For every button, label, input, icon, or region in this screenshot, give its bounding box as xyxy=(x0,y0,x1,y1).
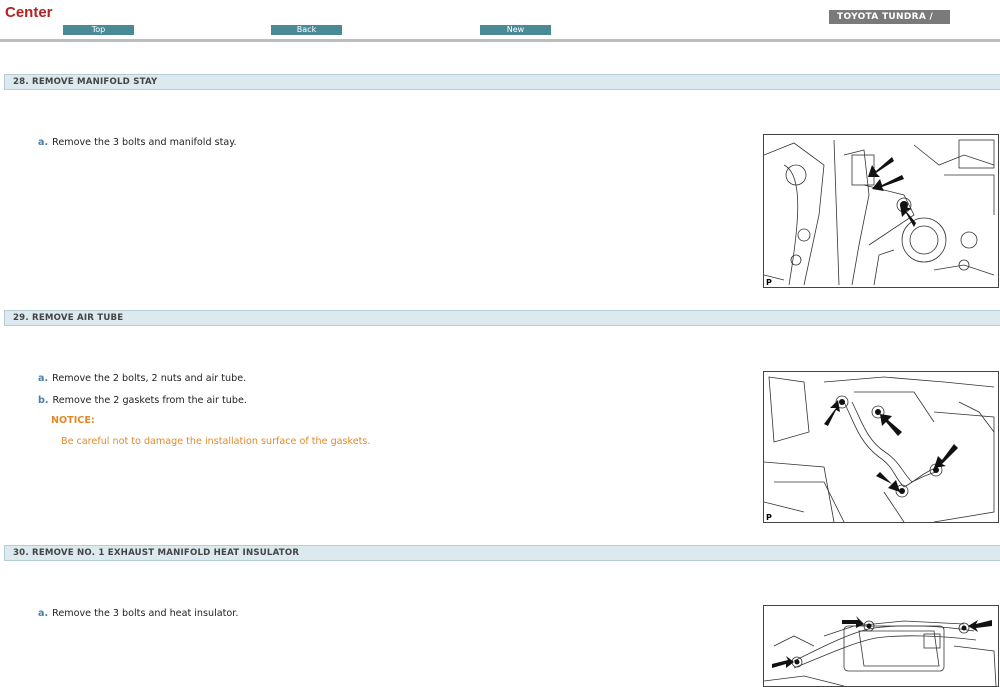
step-letter: a. xyxy=(38,137,49,148)
step-text: Remove the 3 bolts and heat insulator. xyxy=(52,608,239,619)
step-text: Remove the 3 bolts and manifold stay. xyxy=(52,137,237,148)
section-heading-29: 29. REMOVE AIR TUBE xyxy=(4,310,1000,326)
heat-insulator-drawing xyxy=(764,616,997,686)
back-button[interactable]: Back xyxy=(271,25,342,35)
step-item: a. Remove the 3 bolts and heat insulator. xyxy=(38,608,238,619)
manifold-stay-illustration: P xyxy=(763,134,999,288)
vehicle-label: TOYOTA TUNDRA / xyxy=(829,10,950,24)
header-divider xyxy=(0,39,1000,42)
step-letter: b. xyxy=(38,395,49,406)
page-header: Center Top Back New TOYOTA TUNDRA / xyxy=(0,0,1000,44)
heat-insulator-illustration xyxy=(763,605,999,687)
step-text: Remove the 2 gaskets from the air tube. xyxy=(52,395,247,406)
step-item: a. Remove the 3 bolts and manifold stay. xyxy=(38,137,237,148)
air-tube-illustration: P xyxy=(763,371,999,523)
step-letter: a. xyxy=(38,608,49,619)
new-button[interactable]: New xyxy=(480,25,551,35)
top-button[interactable]: Top xyxy=(63,25,134,35)
figure-label: P xyxy=(766,278,772,287)
brand-title: Center xyxy=(5,4,53,21)
notice-heading: NOTICE: xyxy=(51,415,95,426)
step-text: Remove the 2 bolts, 2 nuts and air tube. xyxy=(52,373,247,384)
notice-text: Be careful not to damage the installatio… xyxy=(61,436,371,447)
manifold-stay-drawing xyxy=(764,139,995,286)
step-item: b. Remove the 2 gaskets from the air tube… xyxy=(38,395,247,406)
section-heading-28: 28. REMOVE MANIFOLD STAY xyxy=(4,74,1000,90)
section-heading-30: 30. REMOVE NO. 1 EXHAUST MANIFOLD HEAT I… xyxy=(4,545,1000,561)
air-tube-drawing xyxy=(764,376,995,522)
step-item: a. Remove the 2 bolts, 2 nuts and air tub… xyxy=(38,373,246,384)
step-letter: a. xyxy=(38,373,49,384)
figure-label: P xyxy=(766,513,772,522)
